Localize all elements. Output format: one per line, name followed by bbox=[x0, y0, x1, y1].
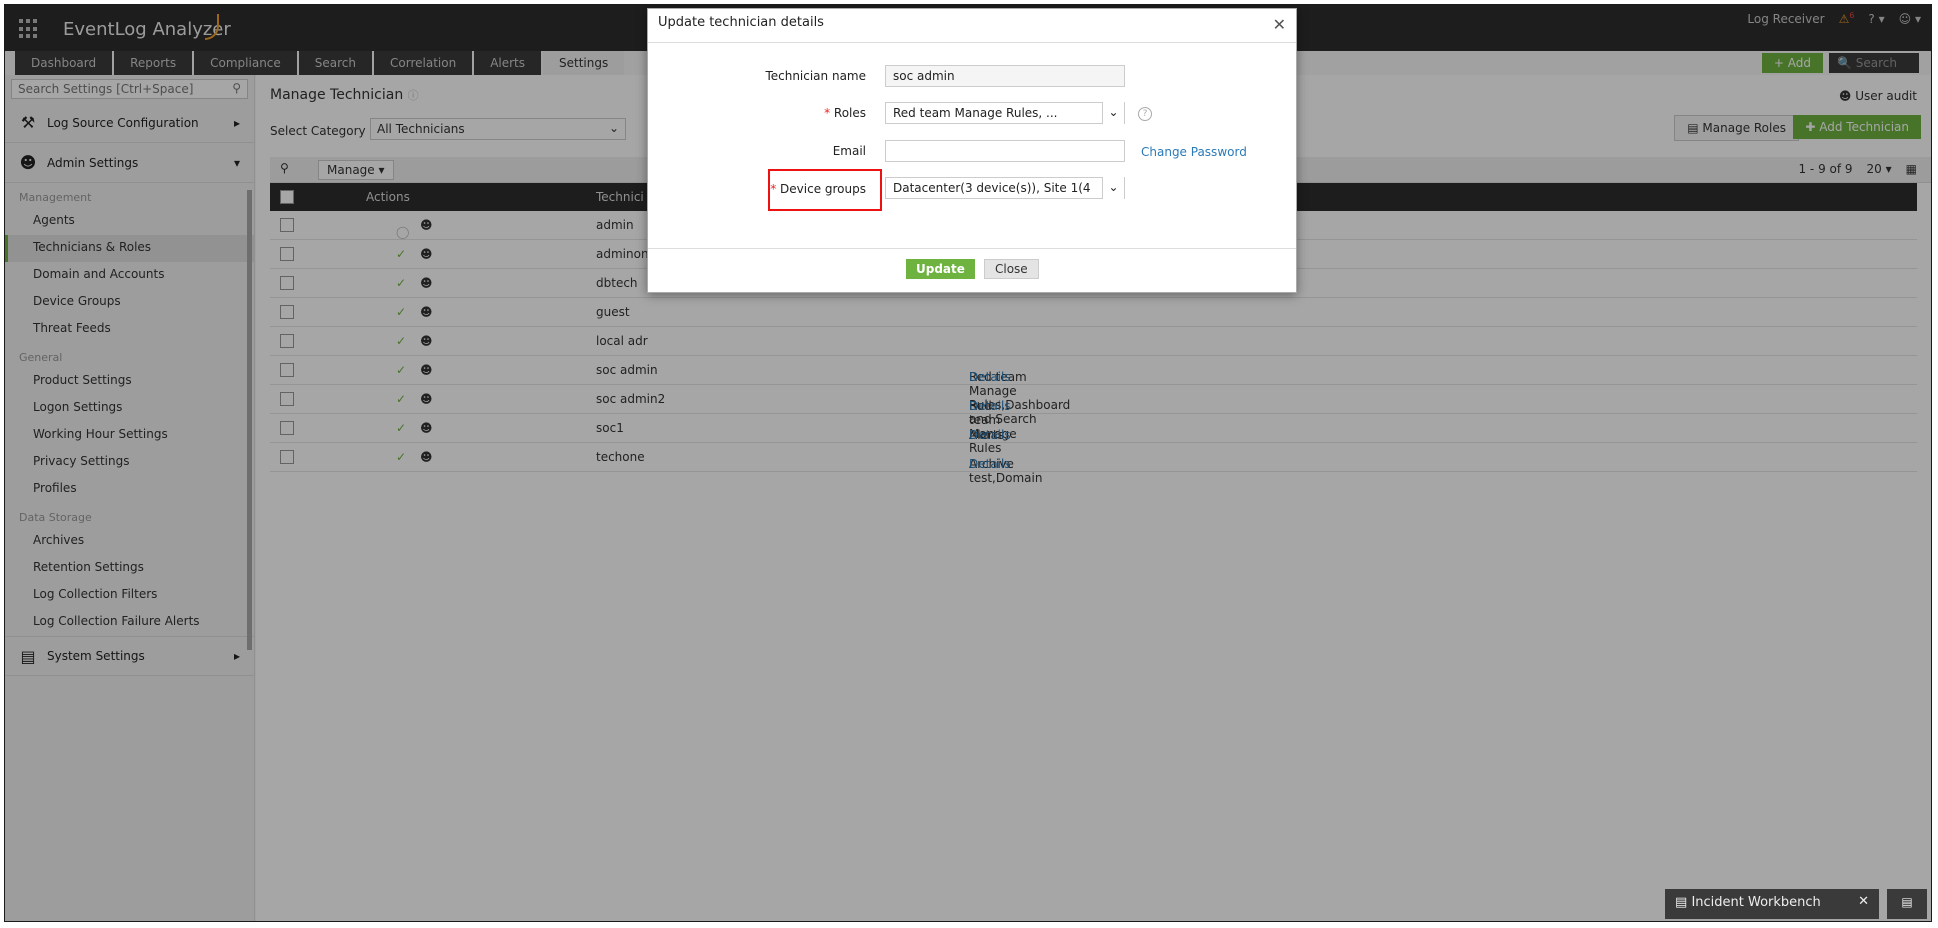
roles-label-text: Roles bbox=[833, 106, 866, 120]
app-window: EventLog Analyzer Log Receiver ⚠6 ? ▾ ☺ … bbox=[4, 4, 1932, 922]
incident-workbench-label: Incident Workbench bbox=[1691, 895, 1821, 910]
update-button[interactable]: Update bbox=[906, 259, 975, 279]
incident-workbench-bar[interactable]: ▤ Incident Workbench ✕ bbox=[1665, 889, 1879, 919]
roles-select-value: Red team Manage Rules, ... bbox=[893, 106, 1058, 120]
required-mark: * bbox=[824, 106, 831, 120]
device-groups-label-text: Device groups bbox=[780, 182, 866, 196]
email-field[interactable] bbox=[885, 140, 1125, 162]
dialog-header: Update technician details ✕ bbox=[648, 9, 1296, 43]
technician-name-field[interactable]: soc admin bbox=[885, 65, 1125, 87]
device-groups-label: * Device groups bbox=[770, 182, 866, 196]
workbench-icon: ▤ bbox=[1675, 895, 1688, 910]
close-icon[interactable]: ✕ bbox=[1858, 894, 1869, 909]
dialog-title: Update technician details bbox=[658, 15, 824, 30]
close-button[interactable]: Close bbox=[984, 259, 1039, 279]
chevron-down-icon: ⌄ bbox=[1102, 177, 1124, 199]
close-icon[interactable]: ✕ bbox=[1273, 15, 1286, 34]
email-label: Email bbox=[832, 144, 866, 158]
change-password-link[interactable]: Change Password bbox=[1141, 145, 1247, 159]
device-groups-select-value: Datacenter(3 device(s)), Site 1(4 dev bbox=[893, 181, 1093, 195]
device-groups-select[interactable]: Datacenter(3 device(s)), Site 1(4 dev ⌄ bbox=[885, 177, 1125, 199]
chat-icon[interactable]: ▤ bbox=[1887, 889, 1927, 919]
roles-label: * Roles bbox=[824, 106, 866, 120]
technician-name-label: Technician name bbox=[765, 69, 866, 83]
required-mark: * bbox=[770, 182, 777, 196]
update-technician-dialog: Update technician details ✕ Technician n… bbox=[647, 8, 1297, 293]
chevron-down-icon: ⌄ bbox=[1102, 102, 1124, 124]
roles-select[interactable]: Red team Manage Rules, ... ⌄ bbox=[885, 102, 1125, 124]
dialog-footer: Update Close bbox=[648, 248, 1296, 292]
help-circle-icon[interactable]: ? bbox=[1138, 107, 1152, 121]
